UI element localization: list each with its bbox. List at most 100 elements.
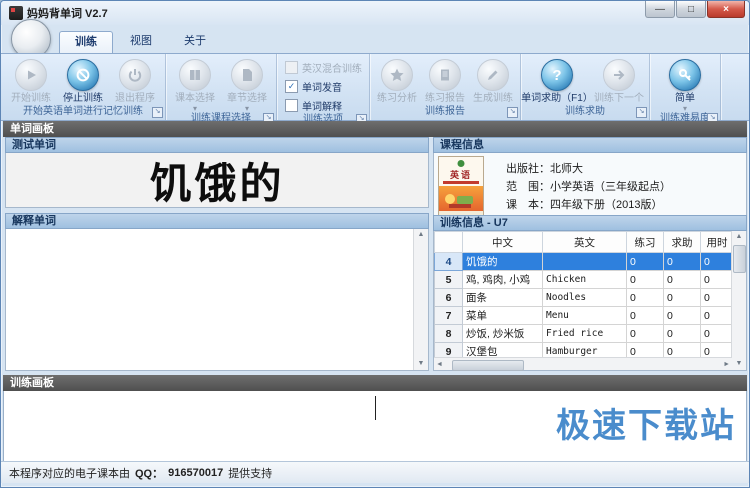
textbook-cover: 英语 [438, 156, 484, 216]
course-info-panel: 课程信息 英语 出版社：北师大 范 围：小学英语（三年级起点） 课 本：四年级下… [433, 137, 747, 220]
scope-line: 范 围：小学英语（三年级起点） [506, 178, 742, 194]
course-info-header: 课程信息 [433, 137, 747, 153]
table-row[interactable]: 7菜单Menu 000 [435, 307, 734, 325]
practice-report-button[interactable]: 练习报告 [421, 57, 469, 104]
ribbon-group-help: ? 单词求助（F1） 训练下一个 训练求助 ↘ [521, 54, 650, 120]
key-icon [669, 59, 701, 91]
tab-about[interactable]: 关于 [169, 31, 221, 52]
stop-training-button[interactable]: 停止训练 [57, 57, 109, 104]
document-icon [231, 59, 263, 91]
checkbox-checked-icon: ✓ [285, 80, 298, 93]
close-icon: × [723, 4, 729, 15]
word-board-header: 单词画板 [3, 121, 747, 137]
test-word: 饥饿的 [149, 150, 284, 211]
cover-title: 英语 [439, 168, 483, 181]
table-header-row: 中文 英文 练习 求助 用时 [435, 232, 734, 253]
close-button[interactable]: × [707, 1, 745, 18]
book-select-button[interactable]: 课本选择 ▾ [169, 57, 221, 112]
vertical-scrollbar[interactable]: ▲ ▼ [413, 229, 428, 370]
word-help-button[interactable]: ? 单词求助（F1） [523, 57, 591, 104]
pencil-icon [477, 59, 509, 91]
scroll-up-icon[interactable]: ▲ [418, 229, 425, 241]
explain-word-area[interactable]: ▲ ▼ [5, 229, 429, 371]
window-title: 妈妈背单词 V2.7 [27, 5, 645, 21]
window-controls: — □ × [645, 1, 745, 18]
scrollbar-thumb[interactable] [452, 360, 524, 371]
scroll-down-icon[interactable]: ▼ [418, 358, 425, 370]
star-icon [381, 59, 413, 91]
group-label-help: 训练求助 [565, 106, 605, 117]
table-row[interactable]: 5鸡, 鸡肉, 小鸡Chicken 000 [435, 271, 734, 289]
status-suffix: 提供支持 [228, 465, 272, 481]
word-table: 中文 英文 练习 求助 用时 4饥饿的 000 5鸡, 鸡肉, 小鸡Chicke… [434, 231, 734, 361]
scroll-right-icon[interactable]: ► [723, 361, 730, 368]
checkbox-icon [285, 61, 298, 74]
word-pronounce-checkbox[interactable]: ✓ 单词发音 [285, 79, 363, 94]
scroll-left-icon[interactable]: ◄ [436, 361, 443, 368]
dialog-launcher-icon[interactable]: ↘ [152, 107, 163, 118]
exit-program-button[interactable]: 退出程序 [109, 57, 161, 104]
question-icon: ? [541, 59, 573, 91]
ribbon-group-difficulty: 简单 ▾ 训练难易度 ↘ [650, 54, 721, 120]
tab-training[interactable]: 训练 [59, 31, 113, 53]
scrollbar-thumb[interactable] [733, 245, 746, 273]
maximize-icon: □ [688, 4, 694, 15]
table-horizontal-scrollbar[interactable]: ◄ ► [434, 357, 732, 370]
training-board-header: 训练画板 [3, 375, 747, 391]
status-text: 本程序对应的电子课本由 [9, 465, 130, 481]
publisher-logo-icon [458, 160, 465, 167]
explain-word-header: 解释单词 [5, 213, 429, 229]
word-table-container: 中文 英文 练习 求助 用时 4饥饿的 000 5鸡, 鸡肉, 小鸡Chicke… [433, 231, 747, 371]
qq-number: 916570017 [168, 467, 223, 479]
minimize-button[interactable]: — [645, 1, 675, 18]
training-info-panel: 训练信息 - U7 中文 英文 练习 求助 用时 4饥饿的 000 5鸡, 鸡肉… [433, 215, 747, 371]
dialog-launcher-icon[interactable]: ↘ [636, 107, 647, 118]
ribbon-group-start: 开始训练 停止训练 退出程序 开始英语单词进行记忆训练 ↘ [1, 54, 166, 120]
mixed-training-checkbox[interactable]: 英汉混合训练 [285, 60, 363, 75]
generate-training-button[interactable]: 生成训练 [469, 57, 517, 104]
maximize-button[interactable]: □ [676, 1, 706, 18]
table-vertical-scrollbar[interactable]: ▲ ▼ [731, 231, 746, 370]
power-icon [119, 59, 151, 91]
scroll-down-icon[interactable]: ▼ [736, 358, 743, 370]
ribbon: 开始训练 停止训练 退出程序 开始英语单词进行记忆训练 ↘ [1, 53, 749, 121]
tab-row: 训练 视图 关于 [1, 25, 749, 53]
chapter-select-button[interactable]: 章节选择 ▾ [221, 57, 273, 112]
watermark: 极速下载站 [556, 398, 736, 447]
status-bar: 本程序对应的电子课本由 QQ： 916570017 提供支持 [1, 461, 749, 483]
book-icon [179, 59, 211, 91]
publisher-line: 出版社：北师大 [506, 160, 742, 176]
table-row[interactable]: 6面条Noodles 000 [435, 289, 734, 307]
group-label-start: 开始英语单词进行记忆训练 [23, 106, 143, 117]
app-window: 妈妈背单词 V2.7 — □ × 训练 视图 关于 开始训练 [0, 0, 750, 488]
training-board-area[interactable]: 极速下载站 [3, 391, 747, 462]
titlebar: 妈妈背单词 V2.7 — □ × [1, 1, 749, 25]
test-word-panel: 测试单词 饥饿的 [5, 137, 429, 208]
report-icon [429, 59, 461, 91]
ribbon-group-course: 课本选择 ▾ 章节选择 ▾ 训练课程选择 ↘ [166, 54, 277, 120]
tab-view[interactable]: 视图 [115, 31, 167, 52]
dialog-launcher-icon[interactable]: ↘ [507, 107, 518, 118]
arrow-right-icon [603, 59, 635, 91]
play-icon [15, 59, 47, 91]
book-line: 课 本：四年级下册（2013版） [506, 196, 742, 212]
ribbon-group-options: 英汉混合训练 ✓ 单词发音 单词解释 训练选项 ↘ [277, 54, 370, 120]
ribbon-group-report: 练习分析 练习报告 生成训练 训练报告 ↘ [370, 54, 521, 120]
difficulty-button[interactable]: 简单 ▾ [659, 57, 711, 112]
training-info-header: 训练信息 - U7 [433, 215, 747, 231]
next-word-button[interactable]: 训练下一个 [591, 57, 647, 104]
qq-label: QQ： [135, 465, 163, 481]
text-caret [375, 396, 376, 420]
app-icon [9, 6, 23, 20]
table-row[interactable]: 8炒饭, 炒米饭Fried rice 000 [435, 325, 734, 343]
word-explain-checkbox[interactable]: 单词解释 [285, 98, 363, 113]
test-word-area: 饥饿的 [5, 153, 429, 208]
course-info-body: 英语 出版社：北师大 范 围：小学英语（三年级起点） 课 本：四年级下册（201… [433, 153, 747, 220]
stop-icon [67, 59, 99, 91]
practice-analysis-button[interactable]: 练习分析 [373, 57, 421, 104]
explain-word-panel: 解释单词 ▲ ▼ [5, 213, 429, 371]
scroll-up-icon[interactable]: ▲ [736, 231, 743, 243]
table-row[interactable]: 4饥饿的 000 [435, 253, 734, 271]
start-training-button[interactable]: 开始训练 [5, 57, 57, 104]
group-label-report: 训练报告 [425, 106, 465, 117]
